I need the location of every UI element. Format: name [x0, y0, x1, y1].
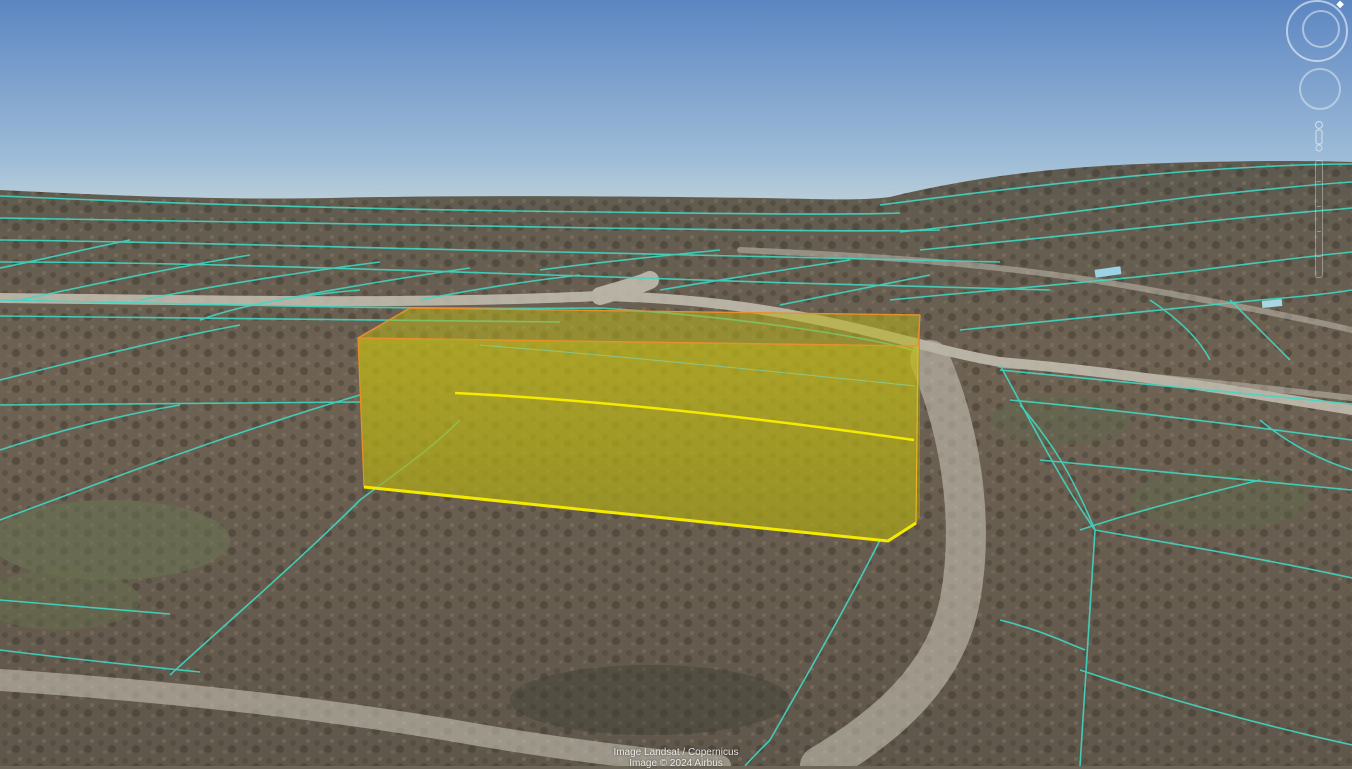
compass-inner-ring — [1302, 10, 1340, 48]
zoom-tick — [1317, 206, 1321, 207]
vegetation-patch — [990, 395, 1130, 445]
pegman-icon[interactable] — [1313, 120, 1325, 152]
attribution-line-2: Image © 2024 Airbus — [629, 758, 723, 769]
attribution-line-1: Image Landsat / Copernicus — [613, 747, 739, 758]
vegetation-patch — [510, 665, 790, 735]
zoom-tick — [1317, 231, 1321, 232]
zoom-tick — [1317, 181, 1321, 182]
zoom-tick — [1317, 256, 1321, 257]
zoom-slider-icon[interactable] — [1315, 160, 1323, 278]
vegetation-patch — [0, 500, 230, 580]
vegetation-patch — [1130, 470, 1310, 530]
north-arrow-icon[interactable]: ◆ — [1336, 0, 1344, 10]
map-3d-view[interactable] — [0, 0, 1352, 766]
navigation-controls: ◆ — [1280, 0, 1352, 290]
look-joystick-icon[interactable] — [1299, 68, 1341, 110]
